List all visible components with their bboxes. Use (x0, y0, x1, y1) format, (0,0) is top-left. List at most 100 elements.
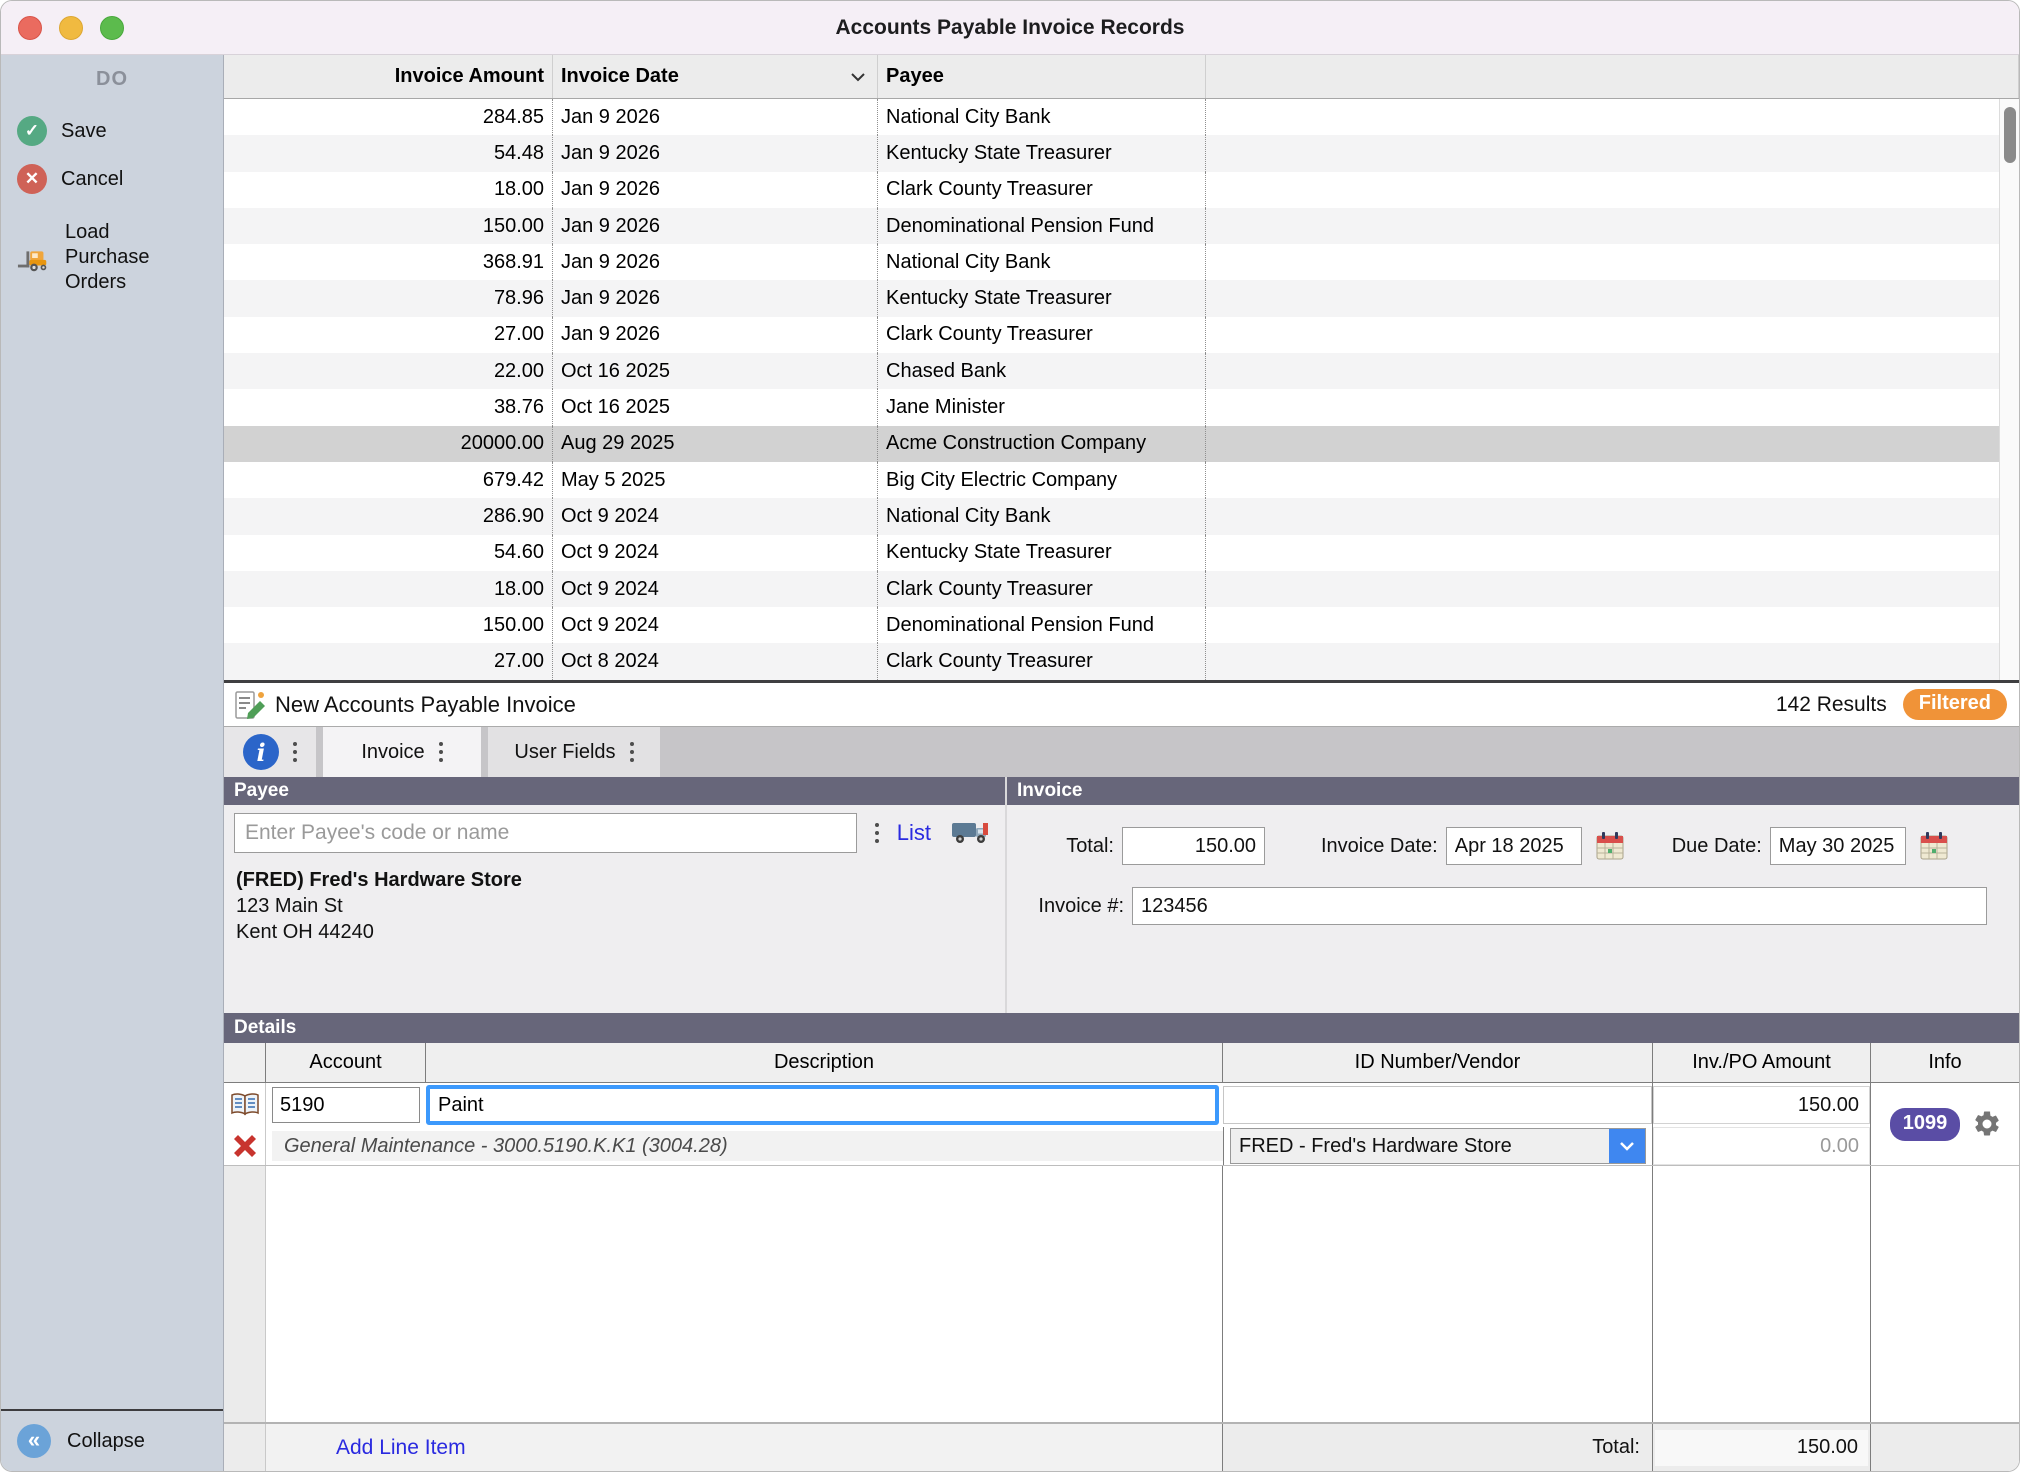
line-item-info-cell: 1099 (1871, 1083, 2020, 1165)
sort-chevron-down-icon (849, 71, 867, 83)
cell-payee: Clark County Treasurer (878, 643, 1206, 679)
id-number-vendor-input[interactable] (1223, 1086, 1652, 1124)
column-header-id-number-vendor: ID Number/Vendor (1223, 1043, 1653, 1082)
invoice-record-row[interactable]: 54.60 Oct 9 2024 Kentucky State Treasure… (224, 535, 2019, 571)
cell-filler (1206, 172, 2019, 208)
cell-invoice-amount: 679.42 (224, 462, 553, 498)
cell-invoice-date: Oct 16 2025 (553, 389, 878, 425)
inv-po-amount-value[interactable]: 150.00 (1653, 1086, 1870, 1124)
column-header-row-actions (224, 1043, 266, 1082)
cell-filler (1206, 99, 2019, 135)
cell-filler (1206, 426, 2019, 462)
cell-invoice-amount: 20000.00 (224, 426, 553, 462)
payee-panel: Payee List (224, 777, 1005, 1013)
save-label: Save (61, 119, 107, 144)
cell-invoice-date: Jan 9 2026 (553, 135, 878, 171)
kebab-icon[interactable] (439, 742, 443, 762)
kebab-icon[interactable] (875, 823, 879, 843)
invoice-panel-header: Invoice (1007, 777, 2019, 805)
calendar-icon[interactable] (1916, 828, 1952, 864)
account-input[interactable] (272, 1087, 420, 1123)
column-header-invoice-amount[interactable]: Invoice Amount (224, 55, 553, 98)
collapse-button[interactable]: « Collapse (1, 1409, 223, 1471)
invoice-record-row[interactable]: 27.00 Jan 9 2026 Clark County Treasurer (224, 317, 2019, 353)
app-window: Accounts Payable Invoice Records DO ✓ Sa… (0, 0, 2020, 1472)
column-header-invoice-date[interactable]: Invoice Date (553, 55, 878, 98)
invoice-number-input[interactable] (1132, 887, 1987, 925)
vertical-scrollbar[interactable] (1999, 99, 2019, 680)
invoice-record-row[interactable]: 679.42 May 5 2025 Big City Electric Comp… (224, 462, 2019, 498)
details-total-value: 150.00 (1655, 1430, 1868, 1466)
due-date-input[interactable] (1770, 827, 1906, 865)
cell-invoice-amount: 18.00 (224, 571, 553, 607)
invoice-record-row[interactable]: 20000.00 Aug 29 2025 Acme Construction C… (224, 426, 2019, 462)
cell-filler (1206, 571, 2019, 607)
tab-bar: i Invoice User Fields (224, 727, 2019, 777)
tab-user-fields[interactable]: User Fields (488, 727, 660, 777)
invoice-date-input[interactable] (1446, 827, 1582, 865)
cell-payee: Kentucky State Treasurer (878, 535, 1206, 571)
calendar-icon[interactable] (1592, 828, 1628, 864)
truck-icon[interactable] (949, 817, 991, 849)
filtered-badge[interactable]: Filtered (1903, 689, 2007, 720)
records-header-row: Invoice Amount Invoice Date Payee (224, 55, 2019, 99)
invoice-record-row[interactable]: 22.00 Oct 16 2025 Chased Bank (224, 353, 2019, 389)
cell-invoice-amount: 38.76 (224, 389, 553, 425)
scrollbar-thumb[interactable] (2004, 107, 2016, 163)
cell-payee: Acme Construction Company (878, 426, 1206, 462)
account-lookup-button[interactable] (224, 1083, 266, 1127)
chevron-down-icon[interactable] (1609, 1129, 1645, 1163)
sidebar: DO ✓ Save ✕ Cancel (1, 55, 224, 1471)
cell-filler (1206, 643, 2019, 679)
cell-payee: Big City Electric Company (878, 462, 1206, 498)
cell-invoice-date: Oct 8 2024 (553, 643, 878, 679)
invoice-record-row[interactable]: 284.85 Jan 9 2026 National City Bank (224, 99, 2019, 135)
cell-filler (1206, 607, 2019, 643)
tab-info[interactable]: i (224, 727, 316, 777)
details-panel-header: Details (224, 1013, 2019, 1043)
invoice-record-row[interactable]: 18.00 Jan 9 2026 Clark County Treasurer (224, 172, 2019, 208)
invoice-number-label: Invoice #: (1019, 895, 1124, 918)
cell-filler (1206, 462, 2019, 498)
cell-payee: National City Bank (878, 244, 1206, 280)
payee-search-input[interactable] (234, 813, 857, 853)
cancel-button[interactable]: ✕ Cancel (1, 155, 223, 203)
load-purchase-orders-button[interactable]: Load Purchase Orders (1, 211, 223, 304)
invoice-record-row[interactable]: 54.48 Jan 9 2026 Kentucky State Treasure… (224, 135, 2019, 171)
invoice-record-row[interactable]: 78.96 Jan 9 2026 Kentucky State Treasure… (224, 280, 2019, 316)
payee-panel-header: Payee (224, 777, 1005, 805)
cell-invoice-amount: 27.00 (224, 317, 553, 353)
cell-filler (1206, 498, 2019, 534)
kebab-icon[interactable] (630, 742, 634, 762)
details-columns-header: Account Description ID Number/Vendor Inv… (224, 1043, 2019, 1083)
cell-invoice-amount: 18.00 (224, 172, 553, 208)
invoice-record-row[interactable]: 18.00 Oct 9 2024 Clark County Treasurer (224, 571, 2019, 607)
gear-icon[interactable] (1972, 1109, 2002, 1139)
cell-invoice-date: Jan 9 2026 (553, 244, 878, 280)
cell-payee: National City Bank (878, 498, 1206, 534)
red-x-icon (230, 1131, 260, 1161)
invoice-record-row[interactable]: 150.00 Jan 9 2026 Denominational Pension… (224, 208, 2019, 244)
add-line-item-link[interactable]: Add Line Item (336, 1436, 466, 1460)
kebab-icon[interactable] (293, 742, 297, 762)
invoice-record-row[interactable]: 38.76 Oct 16 2025 Jane Minister (224, 389, 2019, 425)
save-button[interactable]: ✓ Save (1, 107, 223, 155)
invoice-record-row[interactable]: 150.00 Oct 9 2024 Denominational Pension… (224, 607, 2019, 643)
invoice-record-row[interactable]: 286.90 Oct 9 2024 National City Bank (224, 498, 2019, 534)
invoice-record-row[interactable]: 368.91 Jan 9 2026 National City Bank (224, 244, 2019, 280)
cell-payee: Chased Bank (878, 353, 1206, 389)
total-input[interactable] (1122, 827, 1265, 865)
cell-filler (1206, 244, 2019, 280)
vendor-dropdown[interactable]: FRED - Fred's Hardware Store (1230, 1128, 1646, 1164)
invoice-record-row[interactable]: 27.00 Oct 8 2024 Clark County Treasurer (224, 643, 2019, 679)
vendor-dropdown-value: FRED - Fred's Hardware Store (1231, 1135, 1609, 1158)
cell-invoice-date: Jan 9 2026 (553, 172, 878, 208)
tab-invoice[interactable]: Invoice (323, 727, 481, 777)
badge-1099[interactable]: 1099 (1890, 1108, 1961, 1141)
delete-line-item-button[interactable] (224, 1127, 266, 1165)
description-input[interactable] (426, 1085, 1219, 1125)
cell-invoice-amount: 27.00 (224, 643, 553, 679)
column-header-payee[interactable]: Payee (878, 55, 1206, 98)
payee-list-link[interactable]: List (897, 820, 931, 846)
cell-invoice-amount: 150.00 (224, 208, 553, 244)
